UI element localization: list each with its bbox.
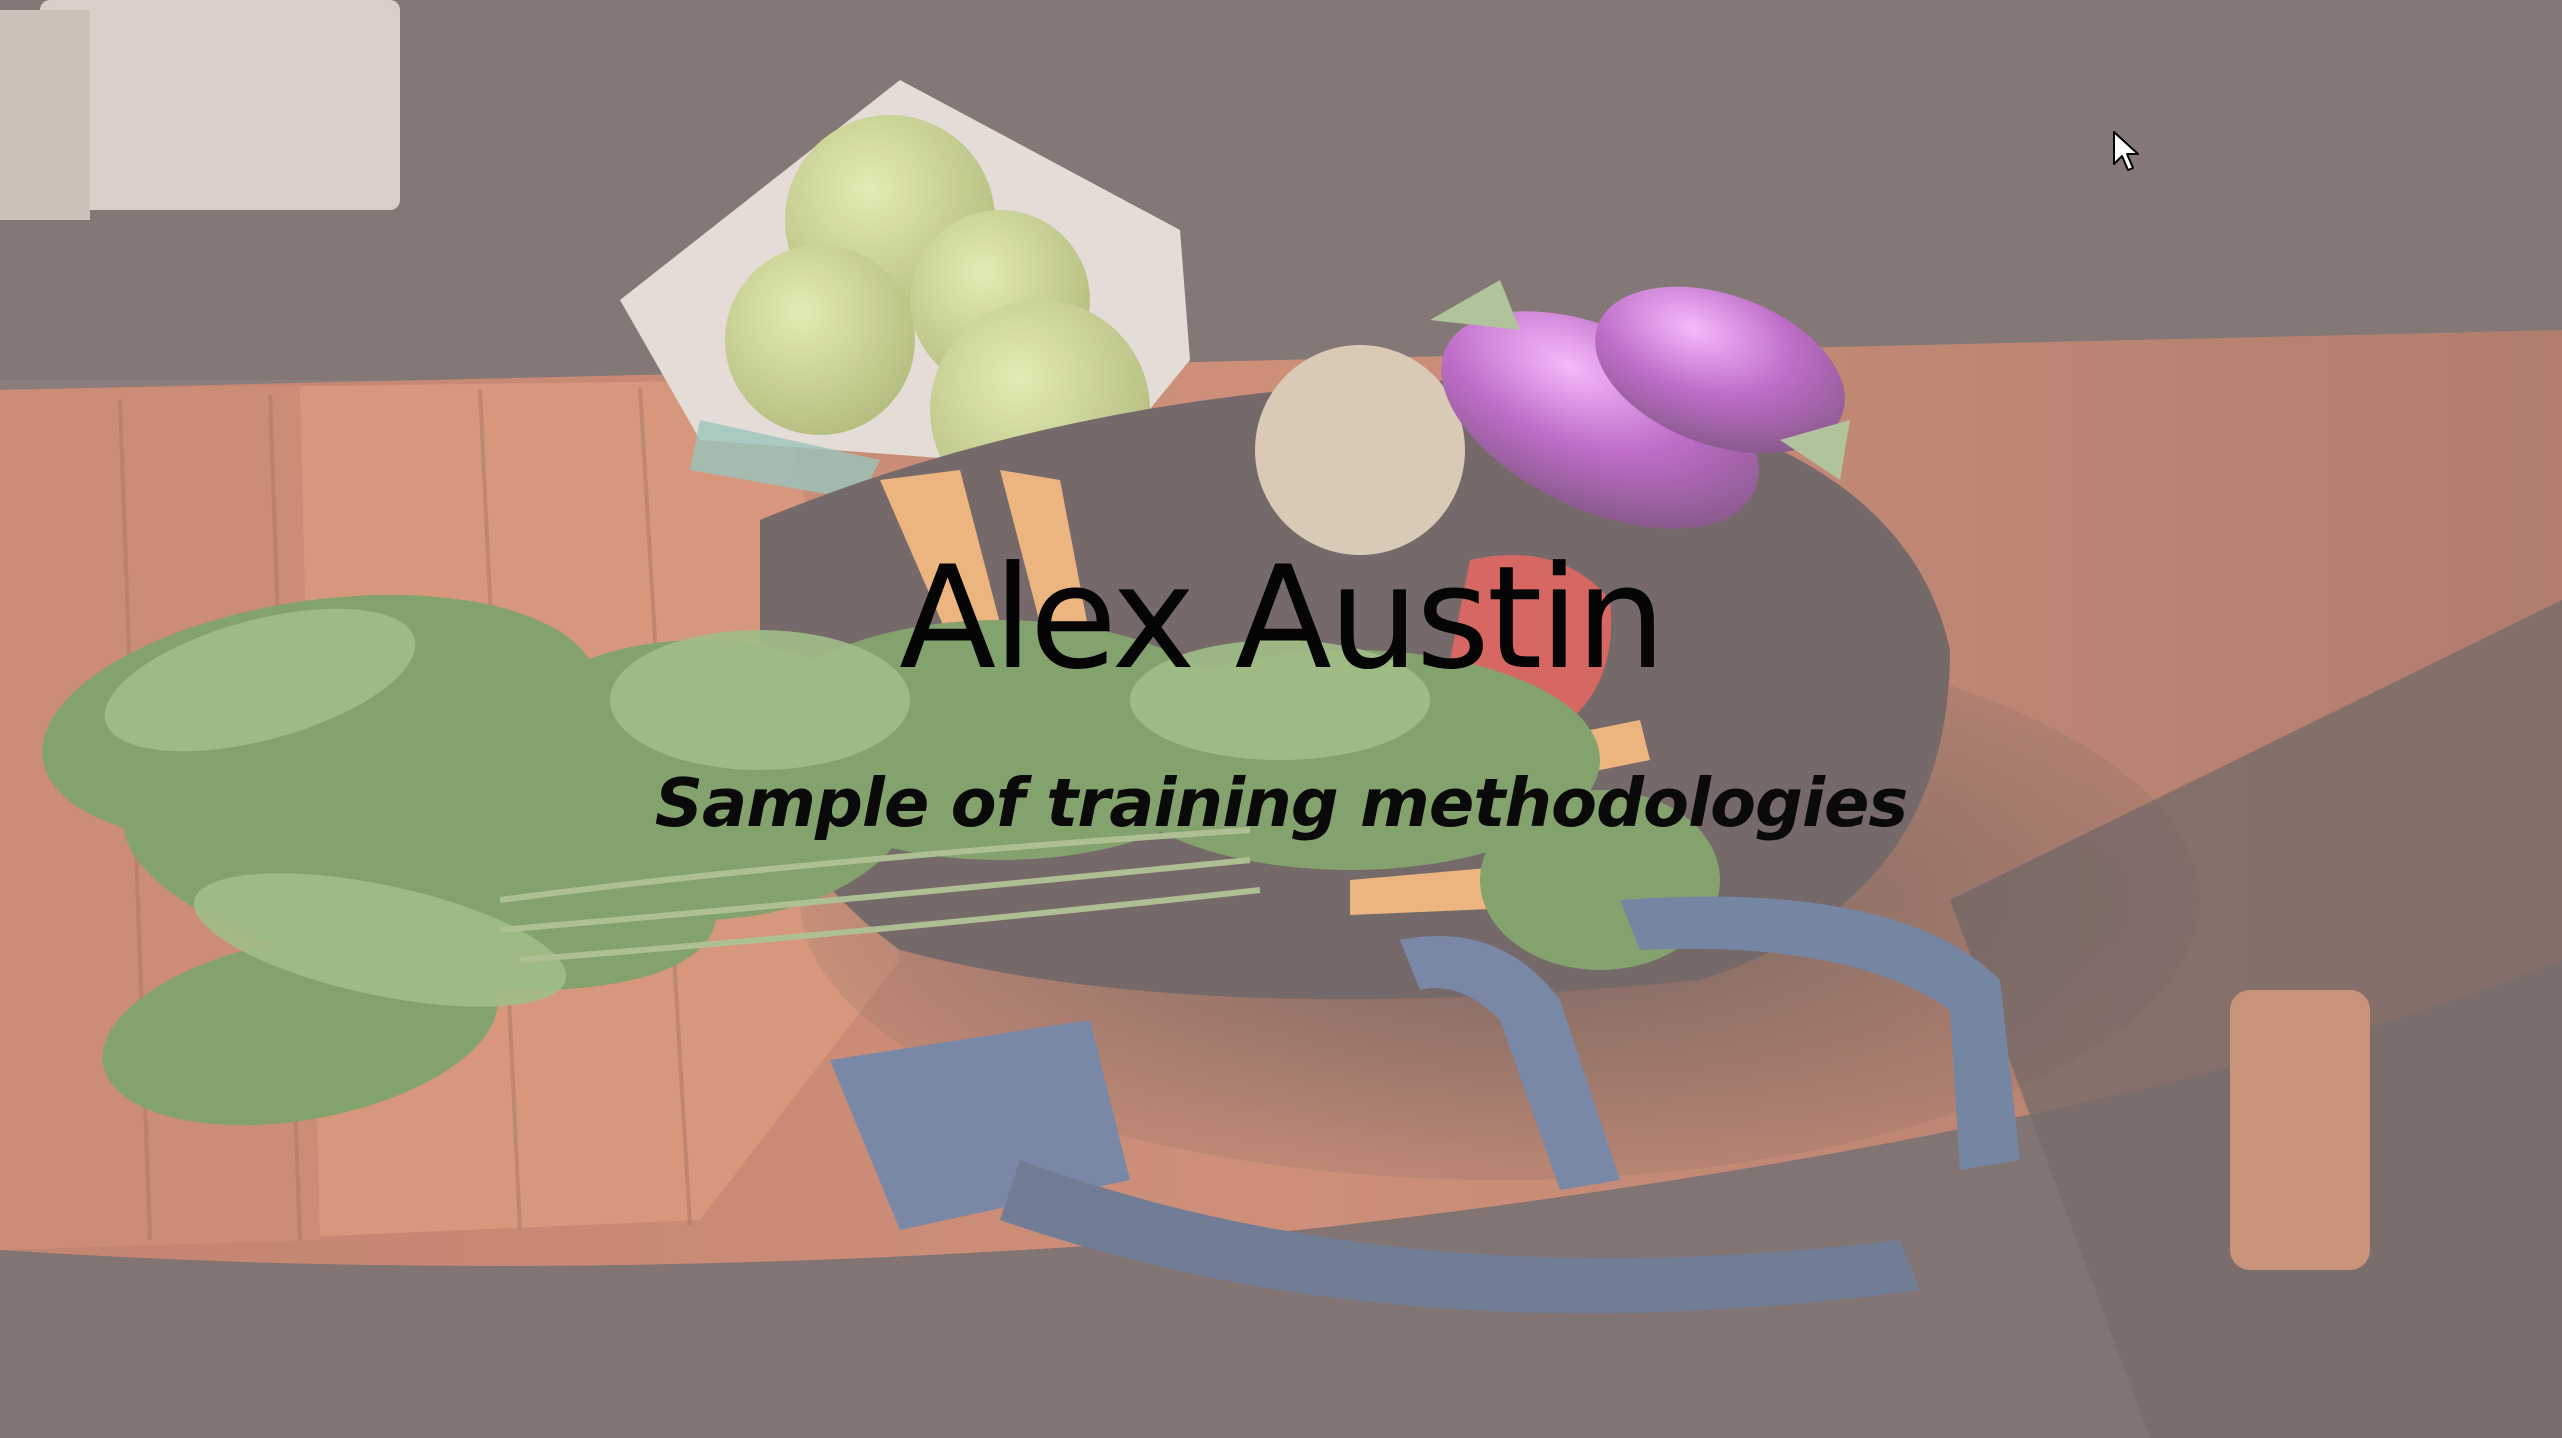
mouse-pointer-icon <box>2113 131 2139 171</box>
slide-title: Alex Austin <box>899 536 1666 701</box>
slide-subtitle: Sample of training methodologies <box>654 764 1909 842</box>
slide-background-wash <box>0 0 2562 1438</box>
presentation-slide: Alex Austin Sample of training methodolo… <box>0 0 2562 1438</box>
